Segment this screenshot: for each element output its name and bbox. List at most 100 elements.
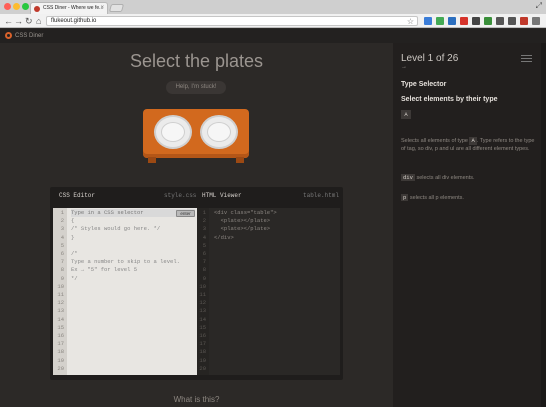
line-number: 20 xyxy=(57,364,64,372)
new-tab-button[interactable] xyxy=(108,4,125,12)
description-code: A xyxy=(469,137,477,145)
level-instruction: Select the plates xyxy=(129,51,264,71)
css-filename: style.css xyxy=(164,192,197,199)
code-line: { xyxy=(71,217,75,225)
extension-icon[interactable] xyxy=(496,17,504,25)
code-line: */ xyxy=(71,274,78,282)
fullscreen-icon[interactable]: ⤢ xyxy=(536,1,542,11)
back-button[interactable]: ← xyxy=(4,16,13,26)
line-number: 15 xyxy=(57,323,64,331)
close-window-button[interactable] xyxy=(4,3,11,10)
address-bar[interactable]: flukeout.github.io ☆ xyxy=(46,16,418,26)
menu-icon[interactable] xyxy=(532,17,540,25)
example-text: selects all div elements. xyxy=(416,175,475,181)
plate[interactable] xyxy=(200,115,238,149)
html-markup-line[interactable]: <plate></plate> xyxy=(214,217,338,225)
what-is-this-link[interactable]: What is this? xyxy=(0,395,393,404)
help-button[interactable]: Help, I'm stuck! xyxy=(166,81,226,94)
line-number: 18 xyxy=(199,348,206,356)
home-button[interactable]: ⌂ xyxy=(36,16,41,26)
enter-button[interactable]: enter xyxy=(176,210,195,217)
forward-button[interactable]: → xyxy=(14,16,23,26)
line-number: 9 xyxy=(60,274,64,282)
line-number: 5 xyxy=(60,241,64,249)
line-number: 18 xyxy=(57,348,64,356)
html-markup-line[interactable]: </div> xyxy=(214,234,338,242)
line-number: 19 xyxy=(199,356,206,364)
browser-tab[interactable]: CSS Diner - Where we fe... × xyxy=(30,2,108,14)
plate[interactable] xyxy=(154,115,192,149)
line-number: 5 xyxy=(202,241,206,249)
selector-description: Selects all elements of type A. Type ref… xyxy=(401,137,537,153)
code-line: } xyxy=(71,233,75,241)
selector-title: Select elements by their type xyxy=(401,96,498,103)
html-code: <div class="table"> <plate></plate> <pla… xyxy=(214,209,338,242)
html-markup-line[interactable]: <plate></plate> xyxy=(214,225,338,233)
line-number: 3 xyxy=(60,225,64,233)
extension-icon[interactable] xyxy=(436,17,444,25)
zoom-window-button[interactable] xyxy=(22,3,29,10)
line-number: 7 xyxy=(202,258,206,266)
url-text: flukeout.github.io xyxy=(51,18,97,24)
html-filename: table.html xyxy=(303,192,340,199)
example-code: div xyxy=(401,174,415,181)
line-number: 1 xyxy=(60,209,64,216)
game-area: Select the plates Help, I'm stuck! CSS E… xyxy=(0,43,393,407)
line-number: 1 xyxy=(202,209,206,216)
extension-icon[interactable] xyxy=(520,17,528,25)
line-number: 14 xyxy=(57,315,64,323)
favicon-icon xyxy=(34,6,40,12)
extension-icon[interactable] xyxy=(484,17,492,25)
selector-syntax: A xyxy=(401,110,411,119)
example-item: div selects all div elements. xyxy=(401,174,475,181)
tab-title: CSS Diner - Where we fe... xyxy=(43,5,104,11)
line-number: 14 xyxy=(199,315,206,323)
browser-tab-bar: CSS Diner - Where we fe... × ⤢ xyxy=(0,0,546,14)
line-number: 12 xyxy=(199,299,206,307)
level-sidebar: Level 1 of 26 → Type Selector Select ele… xyxy=(393,43,546,407)
code-line: Type a number to skip to a level. xyxy=(71,258,180,266)
line-number: 2 xyxy=(60,217,64,225)
line-number: 13 xyxy=(57,307,64,315)
line-number: 17 xyxy=(199,340,206,348)
html-markup-line[interactable]: <div class="table"> xyxy=(214,209,338,217)
table-leg xyxy=(148,157,156,163)
tab-close-icon[interactable]: × xyxy=(100,3,104,14)
reload-button[interactable]: ↻ xyxy=(25,16,33,26)
line-number: 4 xyxy=(202,233,206,241)
line-number: 16 xyxy=(199,332,206,339)
extension-icon[interactable] xyxy=(448,17,456,25)
line-number: 10 xyxy=(57,282,64,290)
line-number: 6 xyxy=(60,250,64,257)
extension-icon[interactable] xyxy=(460,17,468,25)
diner-logo-icon xyxy=(5,32,12,39)
selector-name: Type Selector xyxy=(401,81,447,88)
settings-icon[interactable] xyxy=(508,17,516,25)
css-editor: 1 2 3 4 5 6 7 8 9 10 11 12 13 14 15 16 17 18 19 20 Type in … xyxy=(53,208,197,375)
next-level-arrow-icon[interactable]: → xyxy=(401,64,407,70)
page-scrollbar[interactable] xyxy=(541,43,546,407)
example-item: p selects all p elements. xyxy=(401,194,464,201)
css-editor-label: CSS Editor xyxy=(59,192,96,199)
site-name[interactable]: CSS Diner xyxy=(15,31,43,41)
example-code: p xyxy=(401,194,409,201)
extension-icon[interactable] xyxy=(472,17,480,25)
level-menu-icon[interactable] xyxy=(521,55,532,62)
line-number: 2 xyxy=(202,217,206,225)
line-number: 19 xyxy=(57,356,64,364)
line-number: 15 xyxy=(199,323,206,331)
bookmark-star-icon[interactable]: ☆ xyxy=(407,17,414,26)
html-line-numbers: 1 2 3 4 5 6 7 8 9 10 11 12 13 14 15 16 17 18 19 20 xyxy=(197,208,209,375)
editor-frame: CSS Editor style.css HTML Viewer table.h… xyxy=(50,187,343,380)
line-number: 17 xyxy=(57,340,64,348)
line-number: 20 xyxy=(199,364,206,372)
html-viewer: 1 2 3 4 5 6 7 8 9 10 11 12 13 14 15 16 17 18 19 20 <div cla… xyxy=(197,208,340,375)
browser-toolbar: ← → ↻ ⌂ flukeout.github.io ☆ xyxy=(0,14,546,28)
line-number: 10 xyxy=(199,282,206,290)
minimize-window-button[interactable] xyxy=(13,3,20,10)
extension-icon[interactable] xyxy=(424,17,432,25)
line-number: 4 xyxy=(60,233,64,241)
line-number: 16 xyxy=(57,332,64,339)
line-number: 8 xyxy=(60,266,64,274)
css-line-numbers: 1 2 3 4 5 6 7 8 9 10 11 12 13 14 15 16 17 18 19 20 xyxy=(53,208,67,375)
